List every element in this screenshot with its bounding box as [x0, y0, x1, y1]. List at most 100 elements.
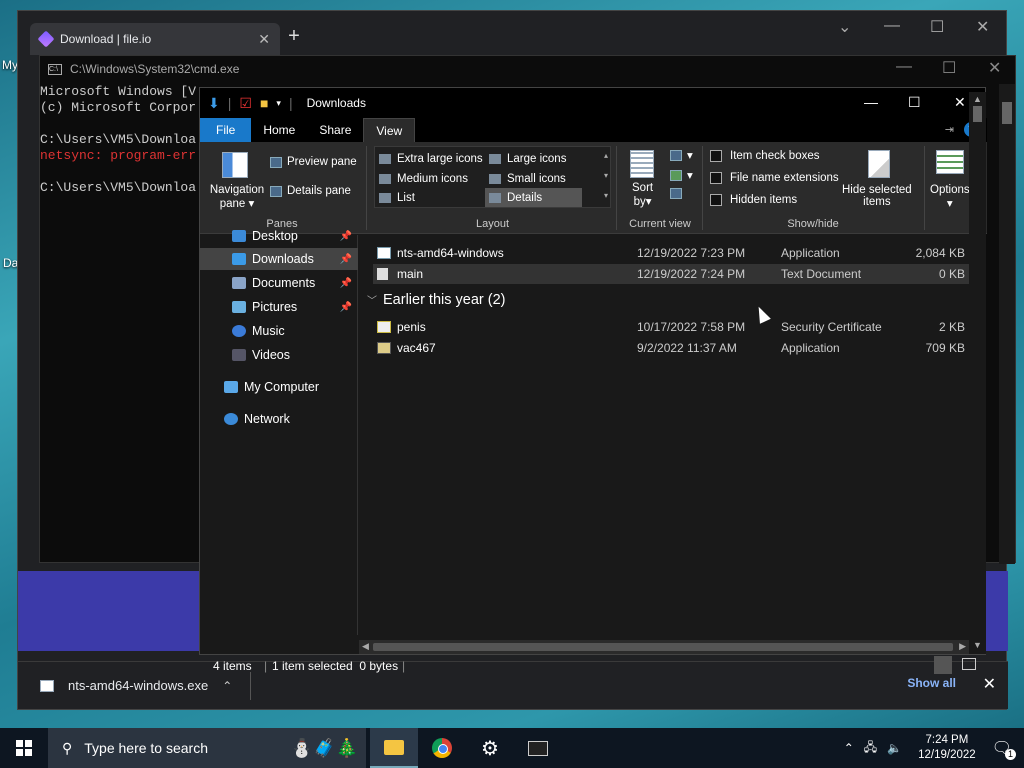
- layout-list[interactable]: List: [379, 188, 415, 207]
- pin-icon: 📌: [339, 301, 352, 313]
- group-header[interactable]: ﹀ Earlier this year (2): [367, 292, 505, 308]
- sidebar-item-downloads[interactable]: Downloads 📌: [200, 248, 358, 270]
- chevron-up-icon[interactable]: ⌃: [222, 679, 232, 693]
- hide-selected-items-button[interactable]: Hide selected items: [842, 184, 912, 208]
- checkbox[interactable]: [710, 194, 722, 206]
- large-icons-view-icon[interactable]: [962, 658, 976, 670]
- sidebar-item-network[interactable]: Network: [200, 408, 358, 430]
- table-row[interactable]: main 12/19/2022 7:24 PM Text Document 0 …: [373, 264, 969, 284]
- close-icon[interactable]: ✕: [976, 17, 989, 37]
- cmd-output[interactable]: Microsoft Windows [V (c) Microsoft Corpor…: [40, 84, 200, 196]
- taskbar-cmd[interactable]: [514, 728, 562, 768]
- horizontal-scrollbar[interactable]: ◀ ▶: [359, 640, 969, 654]
- network-icon[interactable]: 🖧: [864, 738, 877, 759]
- chevron-down-icon: ▾: [946, 198, 953, 210]
- maximize-icon[interactable]: ☐: [942, 58, 956, 78]
- chevron-down-icon[interactable]: ▾: [604, 171, 608, 180]
- desktop-icon-label[interactable]: My: [2, 58, 18, 72]
- terminal-icon: C:\: [48, 63, 62, 75]
- chevron-down-icon[interactable]: ▾: [276, 98, 281, 109]
- sidebar-item-my-computer[interactable]: My Computer: [200, 376, 358, 398]
- taskbar-settings[interactable]: ⚙: [466, 728, 514, 768]
- minimize-icon[interactable]: —: [864, 94, 878, 110]
- sort-by-button[interactable]: Sort by▾: [632, 182, 653, 208]
- layout-large-icons[interactable]: Large icons: [489, 149, 566, 168]
- chevron-down-icon[interactable]: ⌄: [838, 17, 851, 37]
- download-file-name[interactable]: nts-amd64-windows.exe: [68, 678, 208, 693]
- taskbar-file-explorer[interactable]: [370, 728, 418, 768]
- scrollbar-thumb[interactable]: [373, 643, 953, 651]
- scrollbar-thumb[interactable]: [973, 106, 982, 122]
- volume-icon[interactable]: 🔈: [887, 741, 902, 755]
- checkbox[interactable]: [710, 150, 722, 162]
- maximize-icon[interactable]: ☐: [930, 17, 944, 37]
- close-icon[interactable]: ✕: [954, 94, 966, 111]
- size-columns-button[interactable]: [670, 188, 682, 199]
- layout-extra-large-icons[interactable]: Extra large icons: [379, 149, 483, 168]
- start-button[interactable]: [0, 728, 48, 768]
- chevron-left-icon[interactable]: ◀: [362, 641, 369, 652]
- browser-tab[interactable]: Download | file.io ✕: [30, 23, 280, 55]
- arrow-down-icon[interactable]: ⬇: [208, 95, 220, 112]
- new-tab-button[interactable]: +: [280, 25, 308, 48]
- sort-icon: [630, 150, 654, 178]
- chevron-up-icon[interactable]: ▴: [604, 151, 608, 160]
- sidebar-item-desktop[interactable]: Desktop 📌: [200, 225, 358, 247]
- add-columns-button[interactable]: ▾: [670, 168, 693, 182]
- show-hide-group: Item check boxes File name extensions Hi…: [704, 142, 922, 234]
- table-row[interactable]: penis 10/17/2022 7:58 PM Security Certif…: [373, 317, 969, 337]
- layout-medium-icons[interactable]: Medium icons: [379, 169, 468, 188]
- chevron-up-icon[interactable]: ⌃: [844, 741, 854, 755]
- table-row[interactable]: vac467 9/2/2022 11:37 AM Application 709…: [373, 338, 969, 358]
- close-icon[interactable]: ✕: [988, 58, 1001, 78]
- checkbox[interactable]: [710, 172, 722, 184]
- minimize-icon[interactable]: —: [884, 17, 900, 35]
- notification-icon[interactable]: 🗨 1: [992, 738, 1016, 760]
- layout-details[interactable]: Details: [485, 188, 583, 207]
- table-row[interactable]: nts-amd64-windows 12/19/2022 7:23 PM App…: [373, 243, 969, 263]
- group-by-button[interactable]: ▾: [670, 148, 693, 162]
- show-all-link[interactable]: Show all: [907, 676, 956, 690]
- options-button[interactable]: Options ▾: [930, 184, 970, 210]
- hidden-items-toggle[interactable]: Hidden items: [710, 194, 797, 206]
- taskbar-chrome[interactable]: [418, 728, 466, 768]
- tab-share[interactable]: Share: [307, 118, 363, 142]
- search-highlight-icon[interactable]: ⛄🧳🎄: [291, 738, 358, 759]
- tab-home[interactable]: Home: [251, 118, 307, 142]
- status-selection: 1 item selected 0 bytes: [272, 659, 399, 673]
- pin-ribbon-icon[interactable]: ⇥: [945, 123, 954, 136]
- close-icon[interactable]: ✕: [983, 674, 996, 694]
- tab-view[interactable]: View: [363, 118, 416, 142]
- text-document-icon: [377, 268, 388, 280]
- file-size: 0 KB: [938, 267, 965, 281]
- expand-icon[interactable]: ▾: [604, 191, 608, 200]
- taskbar-search[interactable]: ⚲ Type here to search ⛄🧳🎄: [48, 728, 366, 768]
- item-check-boxes-toggle[interactable]: Item check boxes: [710, 150, 819, 162]
- cmd-titlebar: C:\ C:\Windows\System32\cmd.exe: [40, 56, 1015, 82]
- file-type: Security Certificate: [781, 320, 882, 334]
- chevron-down-icon[interactable]: ▼: [973, 640, 982, 650]
- maximize-icon[interactable]: ☐: [908, 94, 921, 111]
- close-icon[interactable]: ✕: [258, 31, 270, 48]
- file-name-extensions-toggle[interactable]: File name extensions: [710, 172, 839, 184]
- sidebar-item-documents[interactable]: Documents 📌: [200, 272, 358, 294]
- chrome-icon: [432, 738, 452, 758]
- minimize-icon[interactable]: —: [896, 58, 912, 76]
- chevron-up-icon[interactable]: ▲: [973, 94, 982, 104]
- scrollbar[interactable]: [999, 84, 1015, 564]
- vertical-scrollbar[interactable]: ▲ ▼: [969, 92, 986, 654]
- sidebar-item-music[interactable]: Music: [200, 320, 358, 342]
- folder-icon[interactable]: ■: [260, 95, 268, 111]
- layout-small-icons[interactable]: Small icons: [489, 169, 566, 188]
- tab-file[interactable]: File: [200, 118, 252, 142]
- properties-icon[interactable]: ☑: [239, 95, 252, 112]
- scrollbar-thumb[interactable]: [1002, 102, 1012, 124]
- sidebar-item-pictures[interactable]: Pictures 📌: [200, 296, 358, 318]
- divider: [250, 671, 252, 700]
- chevron-right-icon[interactable]: ▶: [959, 641, 966, 652]
- sidebar-item-videos[interactable]: Videos: [200, 344, 358, 366]
- details-view-icon[interactable]: [934, 656, 952, 674]
- download-icon: [232, 253, 246, 265]
- clock[interactable]: 7:24 PM 12/19/2022: [912, 733, 982, 763]
- layout-label: Extra large icons: [397, 152, 483, 165]
